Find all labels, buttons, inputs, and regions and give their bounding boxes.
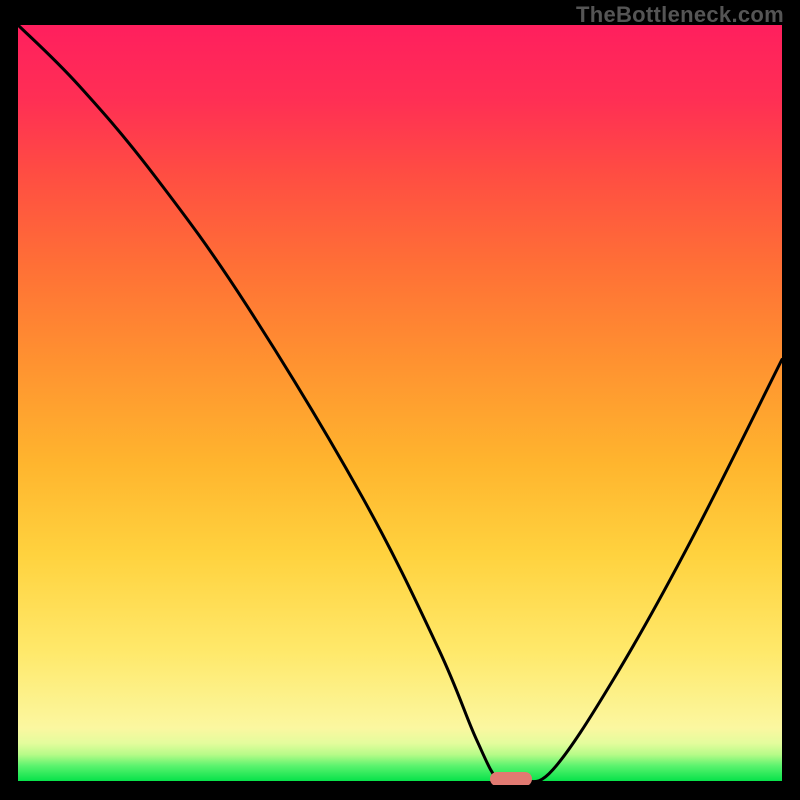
bottleneck-curve [18, 25, 782, 785]
watermark-text: TheBottleneck.com [576, 2, 784, 28]
plot-area [18, 25, 782, 785]
plot-inner [18, 25, 782, 785]
chart-container: TheBottleneck.com [0, 0, 800, 800]
optimal-marker [490, 772, 532, 785]
